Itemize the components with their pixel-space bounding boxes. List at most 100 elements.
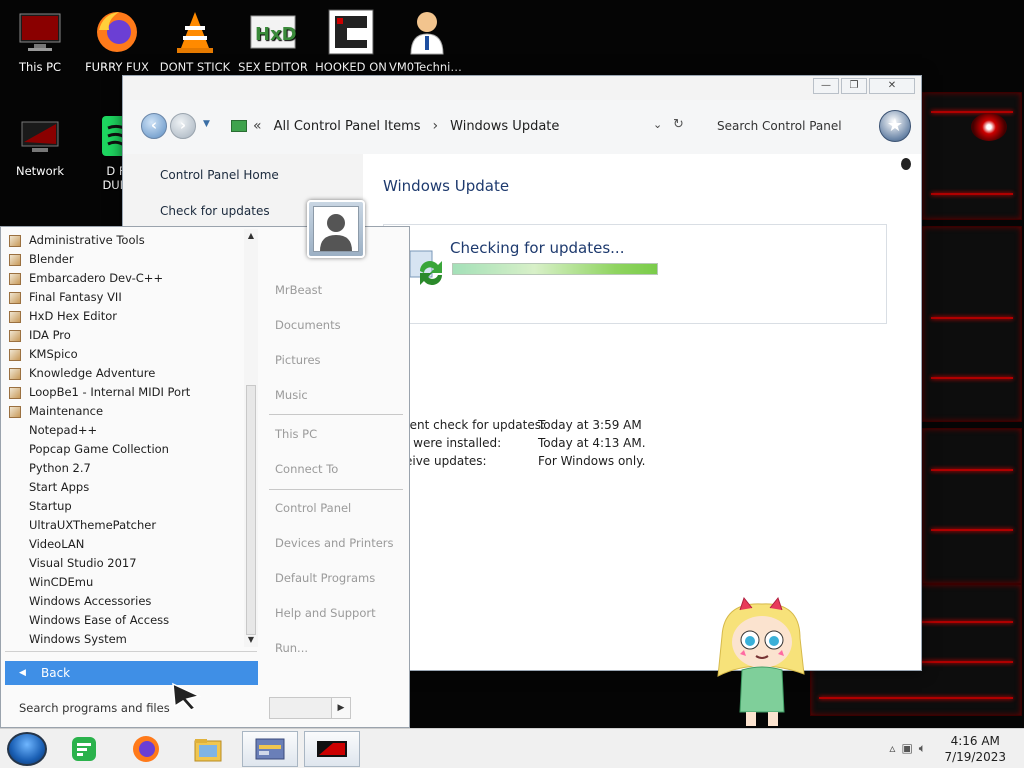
desktop-icon-furry-fux[interactable]: FURRY FUX	[79, 2, 155, 74]
check-for-updates-link[interactable]: Check for updates	[160, 204, 270, 218]
recent-pages-dropdown[interactable]: ▼	[203, 119, 210, 129]
taskbar-app-explorer[interactable]	[180, 731, 236, 767]
firefox-icon	[93, 8, 141, 56]
taskbar-app-feedly[interactable]	[56, 731, 112, 767]
system-tray-icons[interactable]: ▵▣🔈︎	[889, 741, 932, 756]
taskbar-app-firefox[interactable]	[118, 731, 174, 767]
scroll-down-icon[interactable]: ▼	[244, 635, 258, 644]
list-item[interactable]: Start Apps	[29, 478, 89, 497]
taskbar-app-game[interactable]	[304, 731, 360, 767]
page-title: Windows Update	[383, 177, 510, 195]
divider	[269, 489, 403, 490]
info-value: Today at 4:13 AM.	[538, 436, 646, 450]
show-hidden-icons-icon[interactable]: ▵	[889, 741, 901, 755]
list-item[interactable]: Embarcadero Dev-C++	[9, 269, 163, 288]
list-item[interactable]: Notepad++	[29, 421, 97, 440]
music-link[interactable]: Music	[275, 388, 308, 402]
desktop-icon-dont-stick[interactable]: DONT STICK	[157, 2, 233, 74]
forward-arrow-icon[interactable]: ›	[170, 113, 196, 139]
desktop-icon-network[interactable]: Network	[2, 106, 78, 178]
desktop-icon-sex-editor[interactable]: HxD SEX EDITOR	[235, 2, 311, 74]
list-item[interactable]: Blender	[9, 250, 74, 269]
folder-icon	[9, 253, 21, 266]
list-item[interactable]: Windows Accessories	[29, 592, 151, 611]
monitor-icon	[16, 8, 64, 56]
help-support-link[interactable]: Help and Support	[275, 606, 376, 620]
desktop-icon-vm0technic[interactable]: VM0Technic...	[389, 2, 465, 74]
list-item[interactable]: WinCDEmu	[29, 573, 93, 592]
update-status-box: Checking for updates...	[383, 224, 887, 324]
scroll-up-icon[interactable]: ▲	[244, 231, 258, 240]
search-input[interactable]: Search Control Panel	[709, 114, 869, 138]
documents-link[interactable]: Documents	[275, 318, 341, 332]
divider	[269, 414, 403, 415]
folder-icon	[9, 348, 21, 361]
list-item[interactable]: Maintenance	[9, 402, 103, 421]
back-button[interactable]: ◀ Back	[5, 661, 258, 685]
volume-icon[interactable]: 🔈︎	[919, 741, 932, 755]
close-button[interactable]: ✕	[869, 78, 915, 94]
breadcrumb-separator-icon: ›	[432, 118, 439, 134]
devices-printers-link[interactable]: Devices and Printers	[275, 536, 394, 550]
list-item[interactable]: Final Fantasy VII	[9, 288, 122, 307]
list-item[interactable]: Windows System	[29, 630, 127, 649]
breadcrumb-root[interactable]: All Control Panel Items	[274, 119, 421, 134]
control-panel-home-link[interactable]: Control Panel Home	[160, 168, 279, 182]
user-name-link[interactable]: MrBeast	[275, 283, 322, 297]
update-sync-icon	[406, 249, 446, 289]
address-bar[interactable]: « All Control Panel Items › Windows Upda…	[253, 115, 687, 137]
list-item[interactable]: KMSpico	[9, 345, 78, 364]
doctor-icon	[403, 8, 451, 56]
default-programs-link[interactable]: Default Programs	[275, 571, 375, 585]
folder-icon	[9, 234, 21, 247]
start-orb-button[interactable]	[7, 732, 47, 766]
status-title: Checking for updates...	[450, 239, 625, 257]
back-triangle-icon: ◀	[19, 668, 26, 678]
star-icon[interactable]: ★	[879, 110, 911, 142]
drive-gadget	[922, 428, 1022, 584]
desktop-icon-this-pc[interactable]: This PC	[2, 2, 78, 74]
control-panel-icon	[231, 120, 247, 132]
list-item[interactable]: UltraUXThemePatcher	[29, 516, 156, 535]
run-link[interactable]: Run...	[275, 641, 308, 655]
list-item[interactable]: LoopBe1 - Internal MIDI Port	[9, 383, 190, 402]
desktop-icon-hooked-on[interactable]: HOOKED ON	[313, 2, 389, 74]
desktop-icon-label: VM0Technic...	[389, 60, 465, 74]
update-progress-fill	[453, 264, 657, 274]
desktop-icon-label: HOOKED ON	[315, 60, 387, 74]
user-avatar[interactable]	[307, 200, 365, 258]
start-search-input[interactable]: Search programs and files	[19, 701, 170, 715]
system-clock[interactable]: 4:16 AM 7/19/2023	[944, 733, 1006, 765]
list-item[interactable]: Windows Ease of Access	[29, 611, 169, 630]
programs-scrollbar[interactable]: ▲ ▼	[244, 229, 258, 647]
control-panel-link[interactable]: Control Panel	[275, 501, 351, 515]
network-tray-icon[interactable]: ▣	[901, 741, 918, 755]
breadcrumb-overflow-icon: «	[253, 118, 262, 134]
address-dropdown-icon[interactable]: ⌄	[653, 118, 662, 131]
list-item[interactable]: Knowledge Adventure	[9, 364, 155, 383]
maximize-button[interactable]: ❐	[841, 78, 867, 94]
start-menu[interactable]: Administrative Tools Blender Embarcadero…	[0, 226, 410, 728]
taskbar-app-control-panel[interactable]	[242, 731, 298, 767]
list-item[interactable]: IDA Pro	[9, 326, 71, 345]
list-item[interactable]: Visual Studio 2017	[29, 554, 137, 573]
scrollbar-thumb[interactable]	[246, 385, 256, 635]
window-caption-buttons: — ❐ ✕	[813, 78, 915, 94]
connect-to-link[interactable]: Connect To	[275, 462, 338, 476]
list-item[interactable]: Administrative Tools	[9, 231, 145, 250]
back-arrow-icon[interactable]: ‹	[141, 113, 167, 139]
list-item[interactable]: Popcap Game Collection	[29, 440, 169, 459]
list-item[interactable]: VideoLAN	[29, 535, 84, 554]
shutdown-options-arrow-icon[interactable]: ▶	[331, 697, 351, 719]
refresh-icon[interactable]: ↻	[673, 117, 684, 132]
minimize-button[interactable]: —	[813, 78, 839, 94]
list-item[interactable]: HxD Hex Editor	[9, 307, 117, 326]
list-item[interactable]: Python 2.7	[29, 459, 91, 478]
feedly-icon	[72, 737, 96, 761]
clock-date: 7/19/2023	[944, 750, 1006, 764]
this-pc-link[interactable]: This PC	[275, 427, 317, 441]
breadcrumb-current[interactable]: Windows Update	[450, 119, 559, 134]
list-item[interactable]: Startup	[29, 497, 72, 516]
pictures-link[interactable]: Pictures	[275, 353, 321, 367]
navigation-bar: ‹ › ▼ « All Control Panel Items › Window…	[123, 100, 921, 154]
